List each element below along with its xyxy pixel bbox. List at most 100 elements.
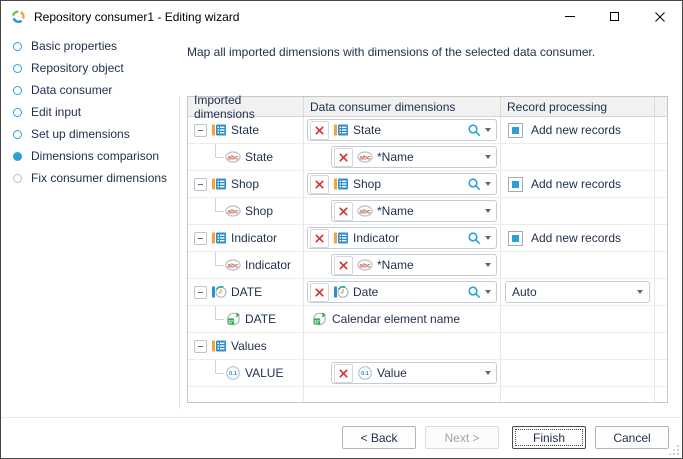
chevron-down-icon[interactable]: [485, 290, 491, 294]
step-bullet-icon: [13, 64, 22, 73]
checkbox-label: Add new records: [531, 231, 621, 245]
collapse-toggle[interactable]: [194, 232, 207, 245]
consumer-attribute-value: Calendar element name: [332, 312, 460, 326]
search-icon[interactable]: [467, 123, 481, 137]
red-x-icon: [314, 179, 325, 190]
consumer-dimension-combo[interactable]: Indicator: [307, 227, 497, 249]
window-title: Repository consumer1 - Editing wizard: [34, 10, 239, 24]
wizard-footer: < Back Next > Finish Cancel: [342, 426, 669, 449]
calendar-element-icon: [311, 311, 327, 327]
tree-connector: [215, 198, 224, 212]
sidebar-item-repository-object[interactable]: Repository object: [1, 57, 179, 79]
consumer-dimension-combo[interactable]: State: [307, 119, 497, 141]
close-button[interactable]: [637, 1, 682, 32]
step-label: Data consumer: [31, 83, 112, 97]
collapse-toggle[interactable]: [194, 178, 207, 191]
collapse-toggle[interactable]: [194, 340, 207, 353]
table-row-date-element: DATE Calendar element name: [188, 306, 667, 333]
search-icon[interactable]: [467, 177, 481, 191]
resize-grip[interactable]: [669, 445, 680, 456]
chevron-down-icon[interactable]: [485, 182, 491, 186]
collapse-toggle[interactable]: [194, 124, 207, 137]
table-row-shop-name: Shop *Name: [188, 198, 667, 225]
footer-divider: [1, 417, 682, 418]
remove-mapping-button[interactable]: [310, 283, 329, 302]
text-attribute-icon: [225, 257, 241, 273]
consumer-attribute-value: *Name: [377, 258, 414, 272]
consumer-attribute-combo[interactable]: *Name: [331, 146, 497, 168]
minimize-icon: [565, 16, 575, 17]
consumer-dimension-value: Date: [353, 285, 378, 299]
finish-button[interactable]: Finish: [512, 426, 586, 449]
chevron-down-icon[interactable]: [485, 209, 491, 213]
search-icon[interactable]: [467, 231, 481, 245]
cancel-button[interactable]: Cancel: [595, 426, 669, 449]
remove-mapping-button[interactable]: [334, 148, 353, 167]
imported-dimension-label: DATE: [231, 285, 262, 299]
tree-connector: [215, 252, 224, 266]
consumer-dimension-combo[interactable]: Shop: [307, 173, 497, 195]
column-header-data-consumer-dimensions: Data consumer dimensions: [304, 97, 501, 116]
chevron-down-icon[interactable]: [637, 290, 643, 294]
consumer-dimension-combo[interactable]: Date: [307, 281, 497, 303]
remove-mapping-button[interactable]: [334, 202, 353, 221]
add-new-records-checkbox[interactable]: [508, 231, 523, 246]
step-label: Basic properties: [31, 39, 117, 53]
chevron-down-icon[interactable]: [485, 236, 491, 240]
imported-dimension-label: State: [231, 123, 259, 137]
remove-mapping-button[interactable]: [310, 121, 329, 140]
sidebar-item-data-consumer[interactable]: Data consumer: [1, 79, 179, 101]
sidebar-item-dimensions-comparison[interactable]: Dimensions comparison: [1, 145, 179, 167]
step-label: Repository object: [31, 61, 124, 75]
sidebar-divider: [179, 96, 180, 409]
sidebar-item-fix-consumer-dimensions[interactable]: Fix consumer dimensions: [1, 167, 179, 189]
consumer-dimension-value: Indicator: [353, 231, 399, 245]
sidebar-item-edit-input[interactable]: Edit input: [1, 101, 179, 123]
title-bar: Repository consumer1 - Editing wizard: [1, 1, 682, 32]
sidebar-item-set-up-dimensions[interactable]: Set up dimensions: [1, 123, 179, 145]
text-attribute-icon: [357, 257, 373, 273]
imported-dimension-label: Indicator: [231, 231, 277, 245]
column-header-imported-dimensions: Imported dimensions: [188, 97, 304, 116]
consumer-attribute-value: Value: [377, 366, 407, 380]
back-button[interactable]: < Back: [342, 426, 416, 449]
chevron-down-icon[interactable]: [485, 263, 491, 267]
maximize-button[interactable]: [592, 1, 637, 32]
add-new-records-checkbox[interactable]: [508, 123, 523, 138]
consumer-attribute-combo[interactable]: Value: [331, 362, 497, 384]
minimize-button[interactable]: [547, 1, 592, 32]
chevron-down-icon[interactable]: [485, 155, 491, 159]
calendar-dimension-icon: [211, 284, 227, 300]
remove-mapping-button[interactable]: [310, 229, 329, 248]
chevron-down-icon[interactable]: [485, 371, 491, 375]
collapse-toggle[interactable]: [194, 286, 207, 299]
red-x-icon: [338, 260, 349, 271]
calendar-element-icon: [225, 311, 241, 327]
remove-mapping-button[interactable]: [334, 364, 353, 383]
table-row-state-name: State *Name: [188, 144, 667, 171]
dimension-icon: [211, 122, 227, 138]
imported-dimension-label: Shop: [231, 177, 259, 191]
step-bullet-icon: [13, 174, 22, 183]
dimension-icon: [333, 122, 349, 138]
consumer-attribute-combo[interactable]: *Name: [331, 254, 497, 276]
tree-connector: [215, 144, 224, 158]
checkbox-label: Add new records: [531, 123, 621, 137]
consumer-attribute-combo[interactable]: *Name: [331, 200, 497, 222]
remove-mapping-button[interactable]: [334, 256, 353, 275]
step-bullet-icon: [13, 86, 22, 95]
search-icon[interactable]: [467, 285, 481, 299]
add-new-records-checkbox[interactable]: [508, 177, 523, 192]
sidebar-item-basic-properties[interactable]: Basic properties: [1, 35, 179, 57]
remove-mapping-button[interactable]: [310, 175, 329, 194]
chevron-down-icon[interactable]: [485, 128, 491, 132]
editing-wizard-dialog: Repository consumer1 - Editing wizard Ba…: [0, 0, 683, 459]
consumer-attribute-value: *Name: [377, 150, 414, 164]
red-x-icon: [314, 233, 325, 244]
header-gutter: [655, 97, 667, 116]
text-attribute-icon: [357, 203, 373, 219]
text-attribute-icon: [357, 149, 373, 165]
checkbox-label: Add new records: [531, 177, 621, 191]
record-processing-dropdown[interactable]: Auto: [505, 281, 650, 303]
table-row-values: Values: [188, 333, 667, 360]
